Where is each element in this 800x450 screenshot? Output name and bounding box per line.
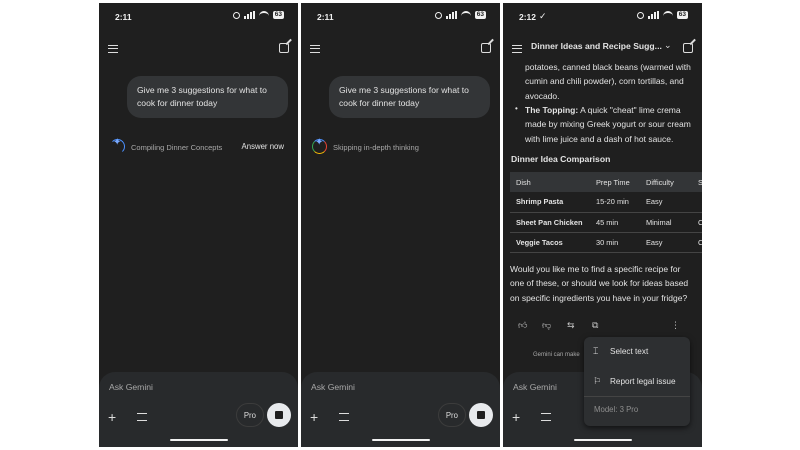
- pro-model-button[interactable]: Pro: [437, 403, 466, 427]
- thumbs-down-icon[interactable]: 👎︎: [542, 320, 551, 331]
- table-row: Shrimp Pasta 15-20 min Easy: [510, 192, 702, 213]
- ask-gemini-input[interactable]: Ask Gemini: [311, 382, 355, 392]
- thinking-row: ✦ Skipping in-depth thinking: [312, 137, 490, 157]
- dnd-icon: [434, 11, 442, 19]
- status-bar: 2:12 ✓ 63: [503, 3, 702, 29]
- table-cell: Easy: [640, 192, 692, 213]
- battery-icon: 63: [474, 11, 486, 19]
- context-menu: ⌶ Select text ⚐ Report legal issue Model…: [584, 337, 690, 426]
- thinking-row: ✦ Compiling Dinner Concepts Answer now: [110, 137, 288, 157]
- conversation-title[interactable]: Dinner Ideas and Recipe Sugg...: [531, 41, 662, 51]
- menu-icon[interactable]: [108, 45, 118, 53]
- signal-icon: [647, 11, 659, 19]
- phone-screen-3: 2:12 ✓ 63 Dinner Ideas and Recipe Sugg..…: [503, 3, 702, 447]
- composer: Ask Gemini + Pro: [99, 372, 298, 447]
- table-header: S: [692, 172, 702, 192]
- composer: Ask Gemini + Pro: [301, 372, 500, 447]
- plus-icon[interactable]: +: [108, 410, 116, 424]
- signal-icon: [445, 11, 457, 19]
- table-cell: C: [692, 232, 702, 253]
- table-cell: [692, 192, 702, 213]
- user-prompt-bubble: Give me 3 suggestions for what to cook f…: [127, 76, 288, 118]
- menu-icon[interactable]: [310, 45, 320, 53]
- select-text-menu-item[interactable]: Select text: [610, 347, 648, 356]
- disclaimer-text: Gemini can make: [533, 352, 580, 358]
- tools-icon[interactable]: [339, 413, 349, 421]
- answer-now-button[interactable]: Answer now: [242, 142, 284, 151]
- status-bar: 2:11 63: [301, 3, 500, 29]
- table-cell: Veggie Tacos: [510, 232, 590, 253]
- signal-icon: [243, 11, 255, 19]
- table-cell: Easy: [640, 232, 692, 253]
- tools-icon[interactable]: [137, 413, 147, 421]
- menu-divider: [584, 396, 690, 397]
- model-label: Model: 3 Pro: [594, 405, 639, 414]
- status-bar: 2:11 63: [99, 3, 298, 29]
- dnd-icon: [636, 11, 644, 19]
- wifi-icon: [662, 11, 673, 19]
- check-icon: ✓: [539, 11, 547, 21]
- home-indicator: [372, 438, 430, 441]
- status-time: 2:12: [519, 12, 537, 22]
- plus-icon[interactable]: +: [512, 410, 520, 424]
- flag-icon: ⚐: [593, 376, 602, 386]
- ask-gemini-input[interactable]: Ask Gemini: [109, 382, 153, 392]
- thinking-label: Compiling Dinner Concepts: [131, 143, 223, 152]
- gemini-spark-icon: ✦: [113, 137, 122, 148]
- new-chat-icon[interactable]: [683, 43, 693, 53]
- select-text-icon: ⌶: [593, 346, 599, 356]
- gemini-spark-icon: ✦: [315, 137, 324, 148]
- home-indicator: [170, 438, 228, 441]
- user-prompt-bubble: Give me 3 suggestions for what to cook f…: [329, 76, 490, 118]
- wifi-icon: [258, 11, 269, 19]
- ask-gemini-input[interactable]: Ask Gemini: [513, 382, 557, 392]
- table-cell: Shrimp Pasta: [510, 192, 590, 213]
- comparison-table: Dish Prep Time Difficulty S Shrimp Pasta…: [510, 172, 702, 253]
- section-heading: Dinner Idea Comparison: [511, 154, 611, 164]
- chevron-down-icon[interactable]: ⌄: [664, 40, 672, 51]
- bullet-dot: •: [515, 104, 518, 113]
- home-indicator: [574, 438, 632, 441]
- dnd-icon: [232, 11, 240, 19]
- response-actions: 👍︎ 👎︎ ⇆ ⧉ ⋮: [503, 318, 702, 334]
- response-closing: Would you like me to find a specific rec…: [510, 264, 689, 303]
- copy-icon[interactable]: ⧉: [592, 320, 598, 331]
- table-header: Dish: [510, 172, 590, 192]
- stop-button[interactable]: [267, 403, 291, 427]
- status-time: 2:11: [115, 12, 132, 22]
- wifi-icon: [460, 11, 471, 19]
- phone-screen-2: 2:11 63 Give me 3 suggestions for what t…: [301, 3, 500, 447]
- table-cell: 30 min: [590, 232, 640, 253]
- plus-icon[interactable]: +: [310, 410, 318, 424]
- status-time: 2:11: [317, 12, 334, 22]
- table-row: Sheet Pan Chicken 45 min Minimal C: [510, 212, 702, 233]
- report-legal-issue-menu-item[interactable]: Report legal issue: [610, 377, 676, 386]
- table-cell: C: [692, 212, 702, 233]
- table-cell: 15-20 min: [590, 192, 640, 213]
- tools-icon[interactable]: [541, 413, 551, 421]
- new-chat-icon[interactable]: [481, 43, 491, 53]
- response-bullet: The Topping: A quick "cheat" lime crema …: [525, 105, 691, 144]
- table-cell: Minimal: [640, 212, 692, 233]
- table-header-row: Dish Prep Time Difficulty S: [510, 172, 702, 192]
- table-header: Difficulty: [640, 172, 692, 192]
- more-options-icon[interactable]: ⋮: [671, 320, 680, 331]
- table-cell: Sheet Pan Chicken: [510, 212, 590, 233]
- table-cell: 45 min: [590, 212, 640, 233]
- response-text-top: potatoes, canned black beans (warmed wit…: [525, 62, 691, 101]
- stop-button[interactable]: [469, 403, 493, 427]
- modify-response-icon[interactable]: ⇆: [567, 320, 575, 331]
- pro-model-button[interactable]: Pro: [235, 403, 264, 427]
- menu-icon[interactable]: [512, 45, 522, 53]
- new-chat-icon[interactable]: [279, 43, 289, 53]
- battery-icon: 63: [272, 11, 284, 19]
- table-row: Veggie Tacos 30 min Easy C: [510, 232, 702, 253]
- phone-screen-1: 2:11 63 Give me 3 suggestions for what t…: [99, 3, 298, 447]
- battery-icon: 63: [676, 11, 688, 19]
- table-header: Prep Time: [590, 172, 640, 192]
- thumbs-up-icon[interactable]: 👍︎: [518, 320, 527, 331]
- thinking-label: Skipping in-depth thinking: [333, 143, 419, 152]
